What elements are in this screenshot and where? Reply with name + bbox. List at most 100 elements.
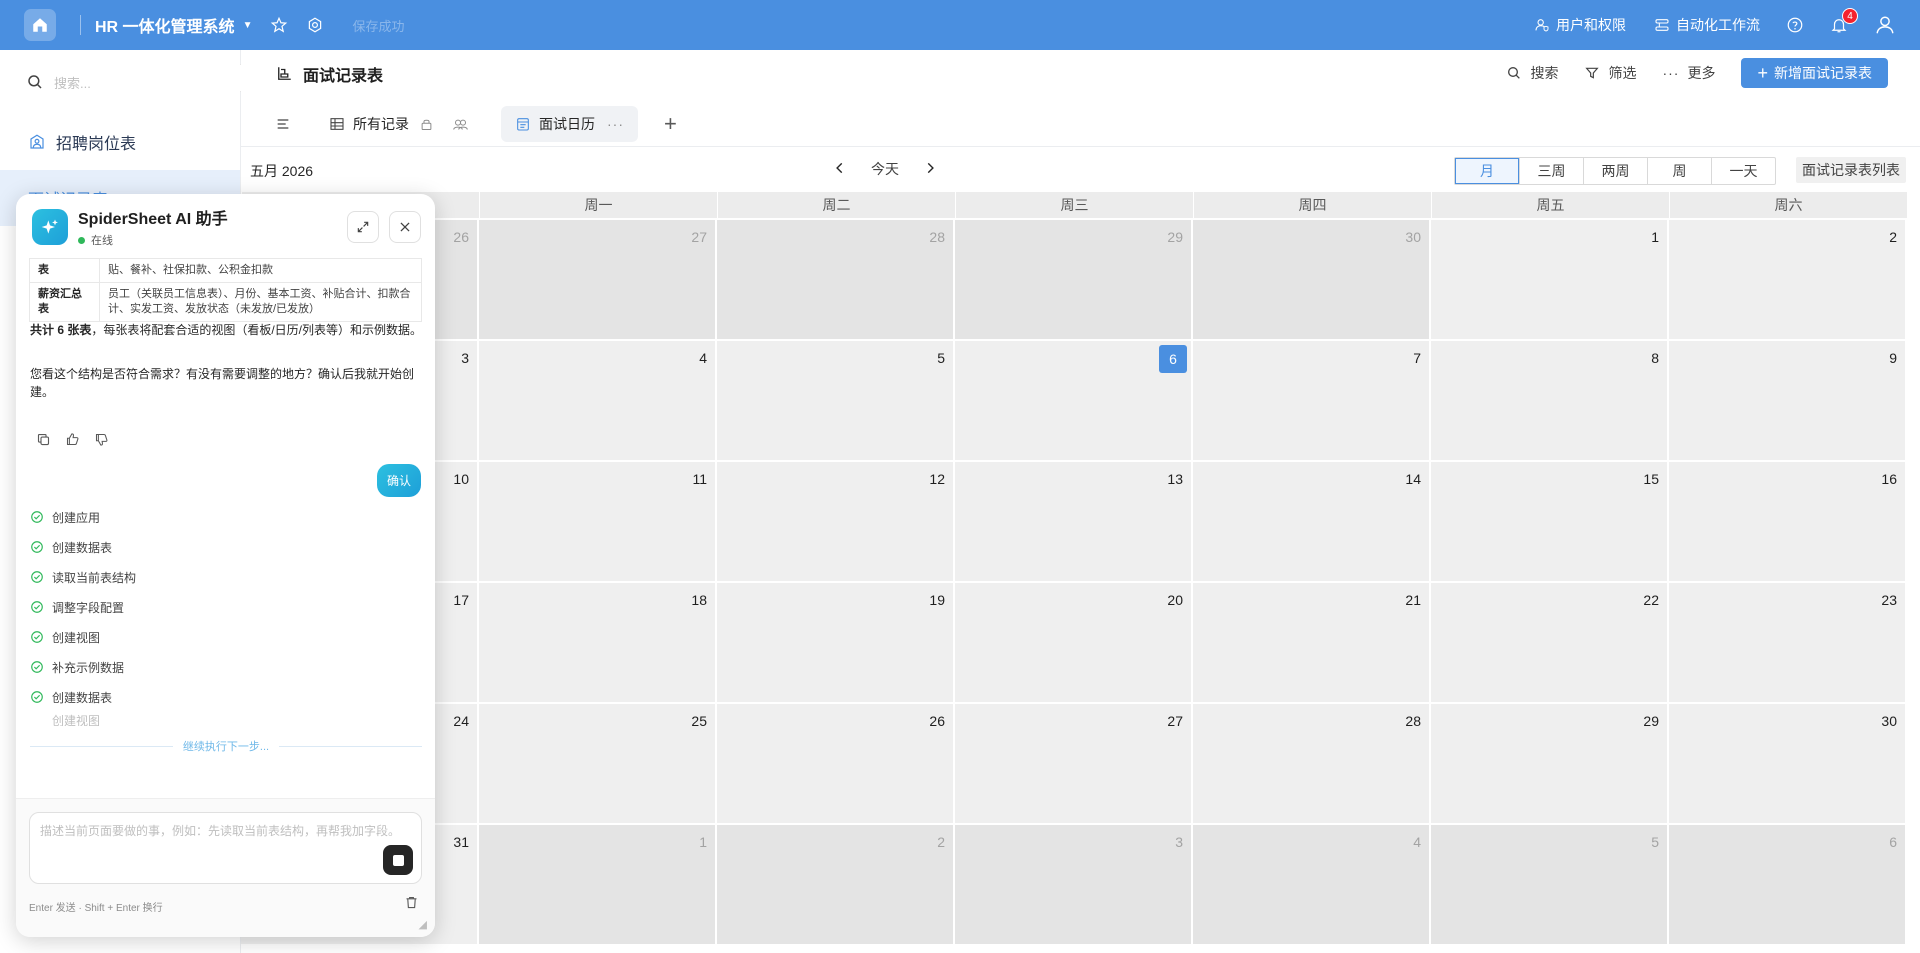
stop-button[interactable]	[383, 845, 413, 875]
calendar-day[interactable]: 5	[717, 341, 953, 460]
weekday-header: 周五	[1432, 192, 1669, 218]
calendar-day[interactable]: 1	[1431, 220, 1667, 339]
calendar-day[interactable]: 28	[1193, 704, 1429, 823]
workflow-icon	[1655, 19, 1669, 31]
ai-assistant-panel: SpiderSheet AI 助手 在线 表 贴、餐补、社保扣款、公积金扣款 薪…	[16, 194, 435, 937]
caret-down-icon[interactable]: ▼	[243, 20, 253, 31]
day-number: 16	[1881, 471, 1897, 487]
calendar-mode-button[interactable]: 三周	[1519, 158, 1583, 184]
check-circle-icon	[31, 571, 43, 583]
sidebar-search[interactable]: 搜索...	[0, 50, 240, 114]
calendar-day[interactable]: 4	[1193, 825, 1429, 944]
calendar-day[interactable]: 28	[717, 220, 953, 339]
calendar-day[interactable]: 22	[1431, 583, 1667, 702]
table-stack-icon	[278, 67, 291, 80]
calendar-day[interactable]: 26	[717, 704, 953, 823]
help-icon[interactable]	[1786, 16, 1804, 34]
tab-interview-calendar[interactable]: 面试日历 ···	[501, 106, 638, 142]
user-avatar-icon[interactable]	[1874, 14, 1896, 36]
calendar-day[interactable]: 5	[1431, 825, 1667, 944]
thumbs-down-icon[interactable]	[94, 432, 109, 447]
filter-button[interactable]: 筛选	[1584, 63, 1636, 83]
calendar-day[interactable]: 21	[1193, 583, 1429, 702]
close-button[interactable]	[389, 210, 421, 243]
calendar-day[interactable]: 30	[1669, 704, 1905, 823]
calendar-mode-button[interactable]: 月	[1455, 158, 1519, 184]
table-value: 员工（关联员工信息表）、月份、基本工资、补贴合计、扣款合计、实发工资、发放状态（…	[99, 282, 422, 322]
ai-question: 您看这个结构是否符合需求？有没有需要调整的地方？确认后我就开始创建。	[30, 367, 415, 399]
menu-icon[interactable]	[275, 116, 291, 132]
calendar-day[interactable]: 12	[717, 462, 953, 581]
calendar-day[interactable]: 11	[479, 462, 715, 581]
calendar-mode-button[interactable]: 周	[1647, 158, 1711, 184]
home-button[interactable]	[24, 9, 56, 41]
calendar-day[interactable]: 13	[955, 462, 1191, 581]
thumbs-up-icon[interactable]	[65, 432, 80, 447]
calendar-day[interactable]: 6	[1669, 825, 1905, 944]
calendar-day[interactable]: 3	[955, 825, 1191, 944]
ai-message-input[interactable]: 描述当前页面要做的事，例如：先读取当前表结构，再帮我加字段。	[29, 812, 422, 884]
calendar-day-today[interactable]: 6	[955, 341, 1191, 460]
calendar-day[interactable]: 20	[955, 583, 1191, 702]
weekday-header: 周一	[480, 192, 717, 218]
step-item: 创建数据表	[30, 682, 422, 712]
automation-workflow-link[interactable]: 自动化工作流	[1654, 15, 1760, 35]
calendar-day[interactable]: 16	[1669, 462, 1905, 581]
check-circle-icon	[31, 691, 43, 703]
copy-icon[interactable]	[36, 432, 51, 447]
app-title[interactable]: HR 一体化管理系统	[95, 13, 235, 37]
notifications-button[interactable]: 4	[1830, 8, 1858, 34]
expand-button[interactable]	[347, 210, 379, 243]
calendar-day[interactable]: 30	[1193, 220, 1429, 339]
star-icon[interactable]	[270, 16, 288, 34]
users-permissions-link[interactable]: 用户和权限	[1534, 15, 1626, 35]
expand-icon	[357, 221, 369, 232]
prev-month-button[interactable]	[833, 161, 847, 178]
table-key: 薪资汇总表	[29, 282, 100, 322]
today-button[interactable]: 今天	[871, 159, 899, 179]
calendar-day[interactable]: 19	[717, 583, 953, 702]
more-button[interactable]: ··· 更多	[1662, 63, 1715, 83]
calendar-week-row: 26 27 28 29 30 1 2	[241, 220, 1920, 339]
calendar-day[interactable]: 29	[955, 220, 1191, 339]
add-view-button[interactable]: +	[664, 111, 677, 137]
trash-icon[interactable]	[404, 895, 419, 910]
add-interview-record-button[interactable]: + 新增面试记录表	[1741, 58, 1888, 88]
step-list: 创建应用 创建数据表 读取当前表结构 调整字段配置 创建视图 补充示例数据 创建数据表 创建视…	[30, 502, 422, 726]
calendar-day[interactable]: 1	[479, 825, 715, 944]
calendar-day[interactable]: 18	[479, 583, 715, 702]
calendar-day[interactable]: 23	[1669, 583, 1905, 702]
resize-handle-icon[interactable]: ◢	[419, 918, 427, 931]
record-list-button[interactable]: 面试记录表列表	[1796, 157, 1906, 183]
calendar-day[interactable]: 4	[479, 341, 715, 460]
day-number: 15	[1643, 471, 1659, 487]
calendar-day[interactable]: 2	[1669, 220, 1905, 339]
calendar-mode-button[interactable]: 一天	[1711, 158, 1775, 184]
tab-all-records[interactable]: 所有记录	[315, 106, 491, 142]
calendar-day[interactable]: 14	[1193, 462, 1429, 581]
day-number: 10	[453, 471, 469, 487]
calendar-mode-button[interactable]: 两周	[1583, 158, 1647, 184]
calendar-day[interactable]: 27	[955, 704, 1191, 823]
calendar-day[interactable]: 15	[1431, 462, 1667, 581]
calendar-day[interactable]: 25	[479, 704, 715, 823]
calendar-day[interactable]: 27	[479, 220, 715, 339]
calendar-day[interactable]: 8	[1431, 341, 1667, 460]
calendar-day[interactable]: 29	[1431, 704, 1667, 823]
step-item: 创建应用	[30, 502, 422, 532]
next-month-button[interactable]	[923, 161, 937, 178]
step-item: 创建视图	[30, 622, 422, 652]
calendar-day[interactable]: 9	[1669, 341, 1905, 460]
view-options-icon[interactable]: ···	[607, 116, 624, 132]
calendar-day[interactable]: 7	[1193, 341, 1429, 460]
group-icon	[452, 117, 477, 132]
calendar-day[interactable]: 2	[717, 825, 953, 944]
sidebar-item-jobs[interactable]: 招聘岗位表	[0, 114, 240, 170]
stop-icon	[392, 854, 404, 866]
view-tabs: 所有记录 面试日历 ··· +	[241, 104, 677, 144]
search-input[interactable]: 搜索...	[54, 73, 91, 92]
input-hint: Enter 发送 · Shift + Enter 换行	[29, 903, 163, 914]
divider	[80, 15, 81, 35]
search-button[interactable]: 搜索	[1506, 63, 1558, 83]
settings-icon[interactable]	[306, 16, 324, 34]
